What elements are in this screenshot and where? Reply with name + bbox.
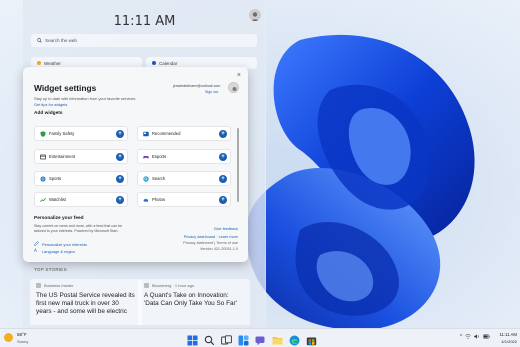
add-widget-button[interactable]: + [219, 130, 227, 138]
widget-item-sports[interactable]: Sports + [34, 171, 128, 186]
business-insider-logo-icon [36, 283, 41, 288]
widget-item-family-safety[interactable]: Family Safety + [34, 126, 128, 141]
top-stories-label: TOP STORIES [34, 267, 67, 272]
task-view-icon[interactable] [221, 333, 232, 345]
search-icon[interactable] [204, 333, 215, 346]
edge-icon[interactable] [289, 333, 300, 346]
board-search-input[interactable]: Search the web [31, 34, 257, 47]
chevron-up-icon[interactable]: ^ [460, 334, 462, 341]
personalize-heading: Personalize your feed [34, 216, 84, 221]
taskbar: 58°F Sunny ^ 11:11 AM 4/1/2022 [0, 328, 520, 347]
personalize-interests-link[interactable]: Personalize your interests [34, 241, 87, 247]
weather-icon [37, 61, 41, 65]
add-widget-button[interactable]: + [116, 130, 124, 138]
widgets-icon[interactable] [238, 333, 249, 346]
file-explorer-icon[interactable] [272, 333, 283, 345]
account-email: jenwiedebharm@outlook.com [173, 84, 221, 88]
language-region-link[interactable]: A Language & region [34, 248, 75, 254]
weather-card-label: Weather [44, 60, 61, 66]
personalize-description: tailored to your interests. Powered by M… [34, 229, 119, 233]
sign-out-link[interactable]: Sign out [205, 90, 218, 94]
add-widget-button[interactable]: + [116, 153, 124, 161]
news-source: Business Insider [44, 283, 74, 288]
tips-link[interactable]: Get tips for widgets [34, 102, 67, 107]
widget-item-photos[interactable]: Photos + [137, 192, 231, 207]
language-region-label: Language & region [42, 248, 75, 254]
watchlist-icon [40, 197, 46, 203]
account-avatar [228, 82, 239, 93]
battery-icon[interactable] [483, 334, 491, 341]
sports-icon [40, 175, 46, 182]
taskbar-time[interactable]: 11:11 AM [491, 332, 517, 337]
wifi-icon[interactable] [465, 334, 472, 341]
add-widgets-heading: Add widgets [34, 111, 63, 116]
svg-text:A: A [34, 248, 37, 253]
sun-icon[interactable] [4, 333, 13, 342]
search-icon [143, 175, 149, 182]
taskbar-condition[interactable]: Sunny [17, 339, 28, 344]
close-button[interactable]: × [237, 72, 241, 79]
taskbar-temperature[interactable]: 58°F [17, 332, 27, 337]
store-icon[interactable] [306, 333, 317, 346]
calendar-icon [152, 61, 156, 65]
entertainment-icon [40, 154, 46, 160]
volume-icon[interactable] [474, 334, 480, 341]
widget-item-watchlist[interactable]: Watchlist + [34, 192, 128, 207]
news-source: Bloomberg · 1 hour ago [152, 283, 195, 288]
personalize-interests-label: Personalize your interests [42, 241, 87, 247]
board-avatar[interactable] [249, 9, 261, 21]
version-text: Version 421.20031.1.0 [199, 247, 238, 251]
chat-icon[interactable] [255, 333, 266, 346]
widget-item-entertainment[interactable]: Entertainment + [34, 149, 128, 164]
widget-item-recommended[interactable]: Recommended + [137, 126, 231, 141]
widget-item-esports[interactable]: Esports + [137, 149, 231, 164]
add-widget-button[interactable]: + [219, 153, 227, 161]
widget-item-label: Search [152, 176, 166, 181]
privacy-dashboard-link[interactable]: Privacy dashboard · Learn more [184, 235, 238, 239]
widget-item-label: Photos [152, 197, 166, 202]
bloomberg-logo-icon [144, 283, 149, 288]
widget-settings-dialog: × Widget settings Stay up to date with i… [23, 67, 248, 262]
widget-item-search[interactable]: Search + [137, 171, 231, 186]
add-widget-button[interactable]: + [219, 175, 227, 183]
news-title: A Quant's Take on Innovation: 'Data Can … [144, 292, 237, 307]
family-safety-icon [40, 130, 46, 137]
widget-item-label: Watchlist [49, 197, 66, 202]
widget-list-scrollbar[interactable] [237, 128, 239, 202]
add-widget-button[interactable]: + [116, 196, 124, 204]
personalize-description: Stay current on news and more, with a fe… [34, 224, 123, 228]
widget-item-label: Recommended [152, 131, 181, 136]
widget-item-label: Family Safety [49, 131, 75, 136]
taskbar-date[interactable]: 4/1/2022 [491, 339, 517, 344]
widget-item-label: Sports [49, 176, 62, 181]
language-icon: A [34, 248, 39, 254]
start-icon[interactable] [187, 333, 198, 346]
board-clock: 11:11 AM [113, 14, 176, 29]
edit-icon [34, 241, 39, 247]
board-search-placeholder: Search the web [45, 38, 77, 43]
news-card[interactable]: Business Insider The US Postal Service r… [30, 279, 142, 325]
give-feedback-link[interactable]: Give feedback [214, 227, 238, 231]
search-icon [37, 37, 42, 44]
photos-icon [143, 197, 149, 203]
esports-icon [143, 154, 149, 160]
news-source-row: Business Insider [36, 283, 136, 288]
recommended-icon [143, 131, 149, 137]
news-card[interactable]: Bloomberg · 1 hour ago A Quant's Take on… [138, 279, 250, 325]
news-title: The US Postal Service revealed its first… [36, 292, 135, 315]
system-tray[interactable]: ^ [460, 334, 491, 341]
widget-item-label: Esports [152, 154, 167, 159]
add-widget-button[interactable]: + [116, 175, 124, 183]
news-source-row: Bloomberg · 1 hour ago [144, 283, 244, 288]
dialog-title: Widget settings [34, 83, 97, 93]
calendar-card-label: Calendar [159, 60, 178, 66]
widget-item-label: Entertainment [49, 154, 76, 159]
dialog-subtitle: Stay up to date with information from yo… [34, 96, 137, 101]
privacy-statement-link[interactable]: Privacy statement | Terms of use [183, 241, 238, 245]
add-widget-button[interactable]: + [219, 196, 227, 204]
